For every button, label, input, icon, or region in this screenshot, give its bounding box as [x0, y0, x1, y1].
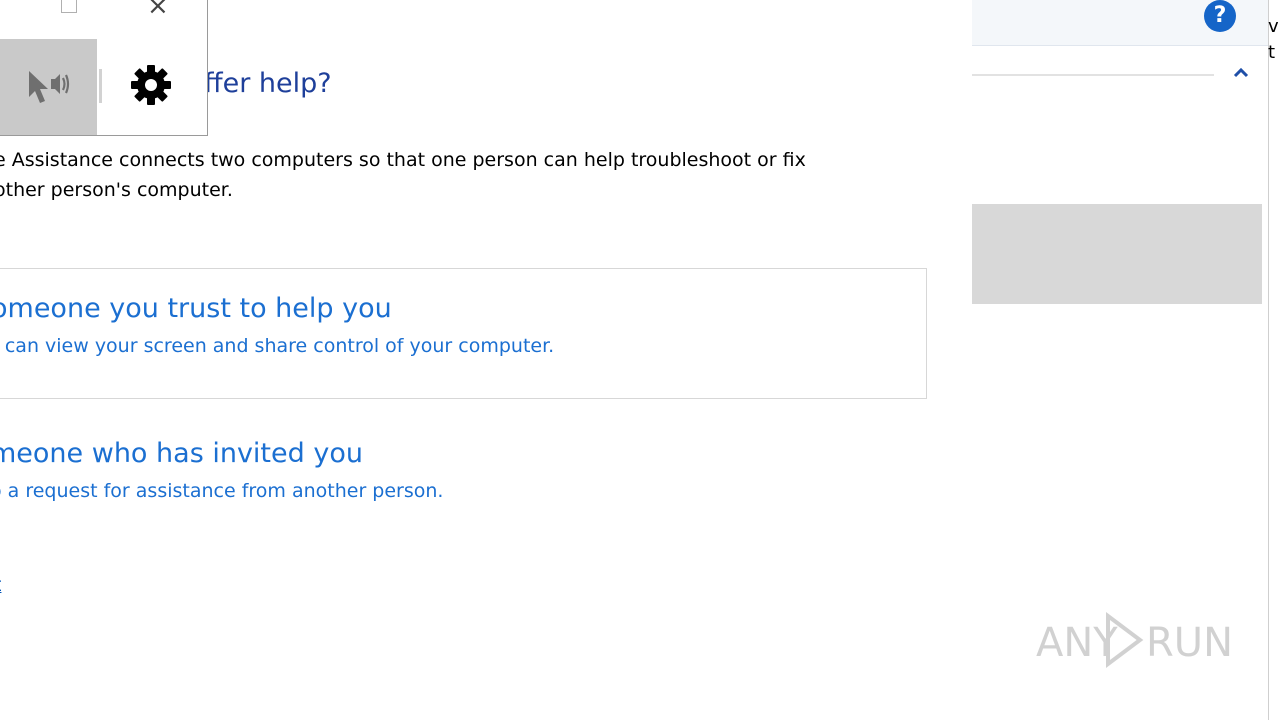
privacy-link[interactable]: t — [0, 574, 1, 596]
page-heading: ffer help? — [204, 68, 332, 99]
right-pane-header: ? — [972, 0, 1268, 46]
anyrun-watermark: ANY RUN — [1036, 612, 1233, 668]
help-inviter-option[interactable]: meone who has invited you o a request fo… — [0, 416, 927, 526]
window-edge — [1268, 0, 1280, 720]
toolbar-divider — [99, 69, 102, 103]
right-pane-placeholder — [972, 204, 1262, 304]
intro-line-1: e Assistance connects two computers so t… — [0, 149, 806, 171]
pointer-voice-icon — [29, 71, 70, 103]
right-pane-divider — [972, 74, 1214, 76]
invite-helper-title: omeone you trust to help you — [0, 293, 392, 324]
invite-helper-desc: r can view your screen and share control… — [0, 335, 555, 357]
pointer-voice-button[interactable] — [0, 39, 97, 135]
intro-text: e Assistance connects two computers so t… — [0, 145, 924, 205]
gear-icon[interactable] — [129, 63, 173, 107]
intro-line-2: other person's computer. — [0, 179, 233, 201]
help-inviter-desc: o a request for assistance from another … — [0, 480, 444, 502]
remote-assistance-window: ffer help? e Assistance connects two com… — [0, 0, 972, 720]
close-icon[interactable]: × — [147, 0, 169, 19]
maximize-icon[interactable] — [61, 0, 77, 13]
invite-helper-option[interactable]: omeone you trust to help you r can view … — [0, 268, 927, 399]
voice-toolbar-popup: × — [0, 0, 208, 136]
help-icon[interactable]: ? — [1204, 0, 1236, 32]
edge-text: v t — [1268, 16, 1279, 63]
chevron-up-icon[interactable] — [1232, 64, 1250, 82]
help-inviter-title: meone who has invited you — [0, 438, 363, 469]
